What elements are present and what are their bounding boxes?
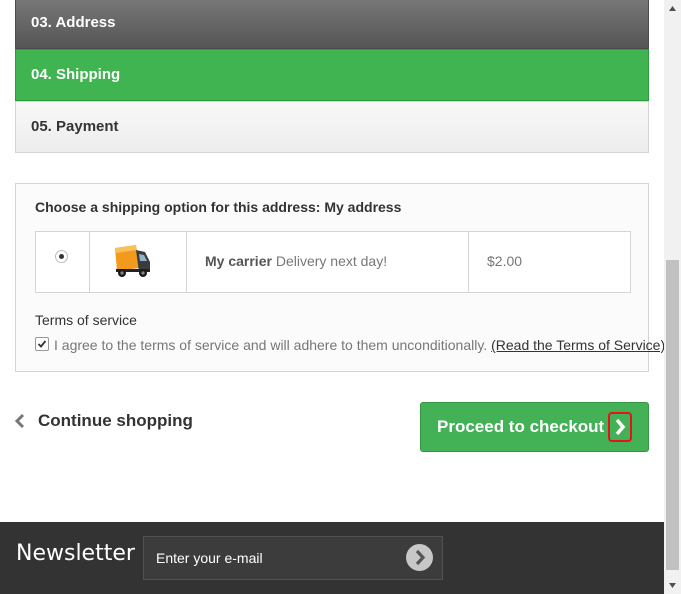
checkout-button-label: Proceed to checkout bbox=[437, 417, 605, 436]
checkmark-icon bbox=[37, 340, 47, 348]
carrier-radio[interactable] bbox=[55, 250, 68, 263]
carrier-option-row[interactable]: My carrier Delivery next day! $2.00 bbox=[35, 231, 631, 293]
carrier-image-cell bbox=[90, 232, 187, 292]
chevron-left-icon bbox=[14, 413, 25, 429]
shipping-option-heading: Choose a shipping option for this addres… bbox=[35, 199, 402, 215]
checkout-page: 03. Address 04. Shipping 05. Payment Cho… bbox=[0, 0, 664, 594]
scroll-down-arrow-icon[interactable] bbox=[668, 581, 677, 590]
terms-link[interactable]: (Read the Terms of Service) bbox=[491, 337, 664, 353]
step-shipping-label: 04. Shipping bbox=[31, 66, 121, 83]
terms-agree-label: I agree to the terms of service and will… bbox=[54, 337, 488, 353]
carrier-description-cell: My carrier Delivery next day! bbox=[187, 232, 469, 292]
carrier-name: My carrier bbox=[205, 253, 272, 269]
carrier-delay: Delivery next day! bbox=[275, 253, 388, 269]
terms-agreement-text: I agree to the terms of service and will… bbox=[54, 337, 664, 353]
continue-shopping-label: Continue shopping bbox=[38, 411, 193, 430]
scrollbar-thumb[interactable] bbox=[666, 260, 679, 570]
terms-checkbox[interactable] bbox=[35, 337, 49, 351]
newsletter-email-input[interactable]: Enter your e-mail bbox=[143, 536, 443, 580]
page-scrollbar[interactable] bbox=[664, 0, 681, 594]
newsletter-title: Newsletter bbox=[16, 541, 135, 566]
chevron-right-icon bbox=[415, 549, 426, 566]
step-address[interactable]: 03. Address bbox=[15, 0, 649, 49]
carrier-radio-cell bbox=[36, 232, 90, 292]
carrier-price: $2.00 bbox=[487, 253, 523, 269]
continue-shopping-link[interactable]: Continue shopping bbox=[14, 411, 193, 431]
newsletter-submit-button[interactable] bbox=[406, 544, 433, 571]
truck-icon bbox=[115, 245, 150, 277]
carrier-description: My carrier Delivery next day! bbox=[205, 253, 387, 269]
newsletter-footer: Newsletter Enter your e-mail bbox=[0, 522, 664, 594]
step-address-label: 03. Address bbox=[31, 14, 116, 31]
terms-heading: Terms of service bbox=[35, 312, 137, 328]
step-payment-label: 05. Payment bbox=[31, 118, 119, 135]
chevron-right-icon bbox=[608, 412, 632, 442]
carrier-price-cell: $2.00 bbox=[469, 232, 630, 292]
shipping-options-box: Choose a shipping option for this addres… bbox=[15, 183, 664, 372]
step-payment[interactable]: 05. Payment bbox=[15, 101, 649, 153]
step-shipping[interactable]: 04. Shipping bbox=[15, 49, 649, 101]
scroll-up-arrow-icon[interactable] bbox=[668, 4, 677, 13]
proceed-to-checkout-button[interactable]: Proceed to checkout bbox=[420, 402, 649, 452]
